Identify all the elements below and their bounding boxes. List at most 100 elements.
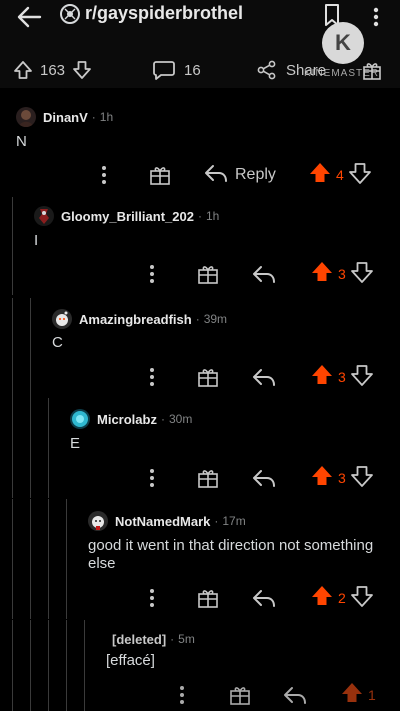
avatar[interactable] (88, 511, 108, 531)
downvote-arrow-icon[interactable] (350, 363, 374, 392)
vote-count: 2 (338, 590, 346, 606)
vote-count: 3 (338, 470, 346, 486)
comment-header: Microlabz · 30m (70, 408, 192, 430)
gift-icon (361, 59, 383, 81)
timestamp: 30m (168, 412, 193, 426)
upvote-arrow-icon[interactable] (12, 59, 34, 81)
comment-3: Amazingbreadfish · 39m C 3 (0, 298, 400, 398)
comment-header: DinanV · 1h (16, 106, 113, 128)
more-options-icon[interactable] (94, 160, 114, 190)
post-stats-bar: 163 16 Share (0, 56, 400, 84)
comment-body: [effacé] (106, 652, 155, 669)
vote-count: 3 (338, 266, 346, 282)
comment-body: C (52, 334, 63, 351)
comment-6: [deleted] · 5m [effacé] 1 (0, 620, 400, 711)
downvote-arrow-icon[interactable] (350, 260, 374, 289)
reply-arrow-icon[interactable] (251, 362, 277, 392)
reply-button[interactable]: Reply (203, 160, 276, 190)
comment-header: NotNamedMark · 17m (88, 510, 246, 532)
reply-label: Reply (235, 166, 276, 183)
top-bar: r/gayspiderbrothel K KINEMASTER 163 16 S… (0, 0, 400, 88)
vote-controls: 1 (340, 680, 380, 710)
timestamp: 17m (222, 514, 246, 528)
comment-bubble-icon (152, 59, 176, 81)
downvote-arrow-icon[interactable] (350, 464, 374, 493)
username[interactable]: Amazingbreadfish (79, 312, 192, 327)
post-upvote-group: 163 (12, 56, 93, 84)
post-score: 163 (40, 61, 66, 79)
vote-controls: 3 (310, 362, 374, 392)
award-icon[interactable] (196, 463, 220, 493)
award-icon[interactable] (196, 362, 220, 392)
share-button[interactable]: Share (256, 56, 326, 84)
separator-dot: · (170, 632, 175, 646)
reply-arrow-icon[interactable] (251, 463, 277, 493)
comment-actions: 3 (0, 259, 400, 289)
comment-actions: 1 (0, 680, 400, 710)
comment-body: good it went in that direction not somet… (88, 537, 374, 572)
back-arrow-icon[interactable] (14, 4, 44, 30)
reply-arrow-icon[interactable] (251, 583, 277, 613)
timestamp: 39m (203, 312, 228, 326)
reply-arrow-icon[interactable] (282, 680, 308, 710)
more-options-icon[interactable] (172, 680, 192, 710)
more-options-icon[interactable] (142, 259, 162, 289)
subreddit-avatar[interactable] (60, 4, 80, 24)
upvote-arrow-icon[interactable] (308, 161, 332, 190)
reply-arrow-icon[interactable] (251, 259, 277, 289)
vote-count: 3 (338, 369, 346, 385)
timestamp: 1h (99, 110, 114, 124)
more-options-icon[interactable] (142, 463, 162, 493)
upvote-arrow-icon[interactable] (310, 260, 334, 289)
avatar[interactable] (52, 309, 72, 329)
avatar[interactable] (16, 107, 36, 127)
comment-body: I (34, 232, 39, 249)
vote-controls: 3 (310, 463, 374, 493)
more-options-icon[interactable] (142, 362, 162, 392)
upvote-arrow-icon[interactable] (310, 363, 334, 392)
comment-5: NotNamedMark · 17m good it went in that … (0, 499, 400, 619)
award-icon[interactable] (228, 680, 252, 710)
comment-header: Gloomy_Brilliant_202 · 1h (34, 205, 219, 227)
upvote-arrow-icon[interactable] (340, 681, 364, 710)
share-icon (256, 59, 278, 81)
subreddit-name[interactable]: r/gayspiderbrothel (85, 3, 243, 24)
separator-dot: · (195, 312, 200, 326)
separator-dot: · (214, 514, 219, 528)
award-button[interactable] (361, 56, 383, 84)
comment-header: [deleted] · 5m (112, 628, 195, 650)
username: [deleted] (112, 631, 167, 647)
award-icon[interactable] (196, 259, 220, 289)
comment-actions: 3 (0, 362, 400, 392)
comment-header: Amazingbreadfish · 39m (52, 308, 227, 330)
comment-actions: 2 (0, 583, 400, 613)
separator-dot: · (160, 412, 165, 426)
more-options-icon[interactable] (142, 583, 162, 613)
timestamp: 5m (178, 632, 195, 646)
upvote-arrow-icon[interactable] (310, 584, 334, 613)
comment-2: Gloomy_Brilliant_202 · 1h I 3 (0, 197, 400, 295)
post-comments-button[interactable]: 16 (152, 56, 201, 84)
username[interactable]: Gloomy_Brilliant_202 (61, 209, 194, 224)
separator-dot: · (91, 110, 96, 124)
award-icon[interactable] (196, 583, 220, 613)
comment-body: N (16, 133, 27, 150)
downvote-arrow-icon[interactable] (348, 161, 372, 190)
username[interactable]: DinanV (43, 110, 88, 125)
vote-count: 4 (336, 167, 344, 183)
comment-actions: 3 (0, 463, 400, 493)
separator-dot: · (197, 209, 202, 223)
vote-controls: 2 (310, 583, 374, 613)
comment-4: Microlabz · 30m E 3 (0, 398, 400, 498)
downvote-arrow-icon[interactable] (71, 59, 93, 81)
downvote-arrow-icon[interactable] (350, 584, 374, 613)
timestamp: 1h (205, 209, 220, 223)
avatar[interactable] (34, 206, 54, 226)
avatar[interactable] (70, 409, 90, 429)
username[interactable]: Microlabz (97, 412, 157, 427)
award-icon[interactable] (148, 160, 172, 190)
share-label: Share (286, 61, 327, 79)
more-options-icon[interactable] (366, 5, 386, 29)
username[interactable]: NotNamedMark (115, 514, 210, 529)
upvote-arrow-icon[interactable] (310, 464, 334, 493)
